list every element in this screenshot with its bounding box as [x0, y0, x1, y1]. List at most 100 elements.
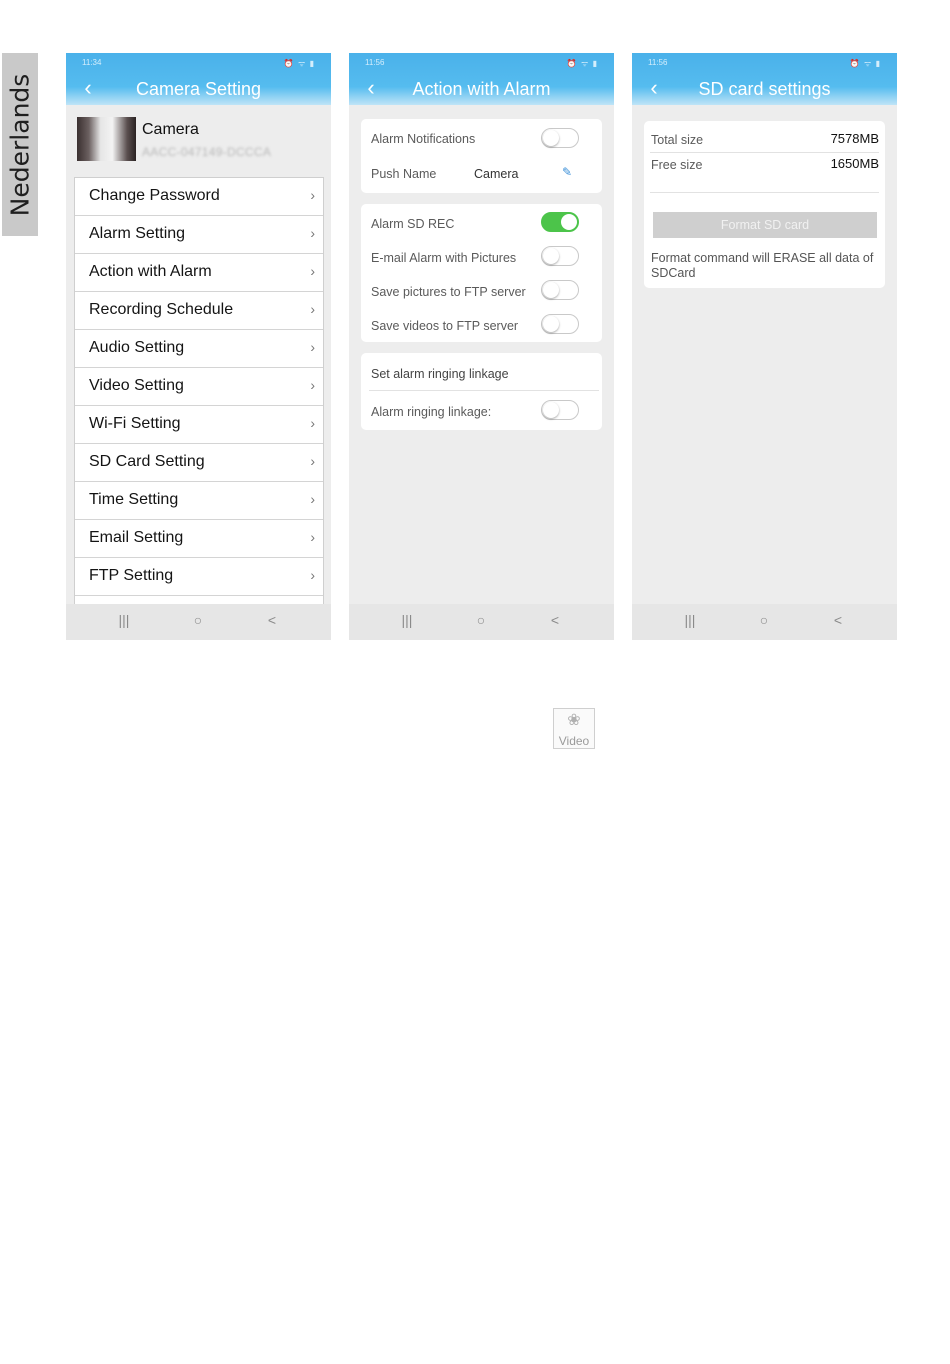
- menu-item-sd-card-setting[interactable]: SD Card Setting ›: [75, 444, 323, 482]
- chevron-right-icon: ›: [310, 225, 315, 241]
- status-time: 11:34: [82, 58, 102, 67]
- toggle-knob: [543, 316, 559, 332]
- camera-uid: AACC-047149-DCCCA: [142, 145, 272, 159]
- menu-item-change-password[interactable]: Change Password ›: [75, 178, 323, 216]
- camera-setting-screen: 11:34 ⏰ ᯤ ▮ ‹ Camera Setting Camera AACC…: [66, 53, 331, 640]
- chevron-right-icon: ›: [310, 453, 315, 469]
- status-time: 11:56: [365, 58, 385, 67]
- toggle-knob: [543, 130, 559, 146]
- system-nav-bar: ||| ○ <: [66, 604, 331, 640]
- divider: [369, 390, 599, 391]
- ftp-pictures-label: Save pictures to FTP server: [371, 285, 526, 299]
- status-time: 11:56: [648, 58, 668, 67]
- notification-card: Alarm Notifications Push Name Camera ✎: [361, 119, 602, 193]
- menu-item-wifi-setting[interactable]: Wi-Fi Setting ›: [75, 406, 323, 444]
- page-title: SD card settings: [698, 79, 831, 99]
- total-size-label: Total size: [651, 133, 704, 147]
- chevron-right-icon: ›: [310, 377, 315, 393]
- camera-thumbnail: [77, 117, 136, 161]
- alarm-notifications-toggle[interactable]: [541, 128, 579, 148]
- chevron-right-icon: ›: [310, 263, 315, 279]
- menu-item-label: Video Setting: [89, 377, 184, 394]
- menu-item-label: Action with Alarm: [89, 263, 212, 280]
- recent-apps-icon[interactable]: |||: [396, 612, 418, 628]
- language-side-tab: Nederlands: [2, 53, 38, 236]
- chevron-right-icon: ›: [310, 415, 315, 431]
- menu-item-label: Wi-Fi Setting: [89, 415, 181, 432]
- nav-back-icon[interactable]: <: [261, 612, 283, 628]
- home-icon[interactable]: ○: [470, 612, 492, 628]
- sd-card-settings-screen: 11:56 ⏰ ᯤ ▮ ‹ SD card settings Total siz…: [632, 53, 897, 640]
- menu-item-alarm-setting[interactable]: Alarm Setting ›: [75, 216, 323, 254]
- status-icons: ⏰ ᯤ ▮: [849, 59, 881, 68]
- home-icon[interactable]: ○: [187, 612, 209, 628]
- page-title: Action with Alarm: [412, 79, 551, 99]
- status-icons: ⏰ ᯤ ▮: [566, 59, 598, 68]
- recent-apps-icon[interactable]: |||: [679, 612, 701, 628]
- camera-info[interactable]: Camera AACC-047149-DCCCA: [66, 111, 331, 171]
- push-name-value: Camera: [474, 167, 519, 181]
- toggle-knob: [543, 402, 559, 418]
- toggle-knob: [543, 282, 559, 298]
- alarm-actions-card: Alarm SD REC E-mail Alarm with Pictures …: [361, 204, 602, 342]
- chevron-right-icon: ›: [310, 301, 315, 317]
- status-icons: ⏰ ᯤ ▮: [283, 59, 315, 68]
- chevron-right-icon: ›: [310, 339, 315, 355]
- email-alarm-toggle[interactable]: [541, 246, 579, 266]
- language-label: Nederlands: [5, 73, 35, 216]
- header-bar: 11:56 ⏰ ᯤ ▮ ‹ SD card settings: [632, 53, 897, 105]
- menu-item-time-setting[interactable]: Time Setting ›: [75, 482, 323, 520]
- chevron-right-icon: ›: [310, 567, 315, 583]
- action-with-alarm-screen: 11:56 ⏰ ᯤ ▮ ‹ Action with Alarm Alarm No…: [349, 53, 614, 640]
- free-size-value: 1650MB: [830, 156, 879, 171]
- ringing-linkage-card: Set alarm ringing linkage Alarm ringing …: [361, 353, 602, 430]
- nav-back-icon[interactable]: <: [827, 612, 849, 628]
- menu-item-email-setting[interactable]: Email Setting ›: [75, 520, 323, 558]
- push-name-label: Push Name: [371, 167, 437, 181]
- toggle-knob: [543, 248, 559, 264]
- system-nav-bar: ||| ○ <: [632, 604, 897, 640]
- ringing-linkage-label: Alarm ringing linkage:: [371, 405, 492, 419]
- film-reel-icon: ❀: [567, 712, 581, 729]
- status-bar: 11:56 ⏰ ᯤ ▮: [632, 57, 897, 71]
- alarm-sd-rec-toggle[interactable]: [541, 212, 579, 232]
- alarm-sd-rec-label: Alarm SD REC: [371, 217, 455, 231]
- menu-item-action-with-alarm[interactable]: Action with Alarm ›: [75, 254, 323, 292]
- total-size-value: 7578MB: [830, 131, 879, 146]
- chevron-right-icon: ›: [310, 529, 315, 545]
- chevron-right-icon: ›: [310, 491, 315, 507]
- menu-item-label: Email Setting: [89, 529, 184, 546]
- ftp-videos-toggle[interactable]: [541, 314, 579, 334]
- menu-item-audio-setting[interactable]: Audio Setting ›: [75, 330, 323, 368]
- menu-item-ftp-setting[interactable]: FTP Setting ›: [75, 558, 323, 596]
- menu-item-video-setting[interactable]: Video Setting ›: [75, 368, 323, 406]
- status-bar: 11:56 ⏰ ᯤ ▮: [349, 57, 614, 71]
- menu-item-label: FTP Setting: [89, 567, 174, 584]
- alarm-notifications-label: Alarm Notifications: [371, 132, 476, 146]
- format-warning-text: Format command will ERASE all data of SD…: [651, 251, 874, 280]
- status-bar: 11:34 ⏰ ᯤ ▮: [66, 57, 331, 71]
- divider: [650, 192, 879, 193]
- camera-name: Camera: [142, 121, 199, 138]
- video-icon-label: Video: [558, 734, 590, 748]
- nav-back-icon[interactable]: <: [544, 612, 566, 628]
- menu-item-label: Recording Schedule: [89, 301, 234, 318]
- video-reel-icon: ❀ Video: [553, 708, 595, 749]
- toggle-knob: [561, 214, 577, 230]
- menu-item-label: Audio Setting: [89, 339, 185, 356]
- system-nav-bar: ||| ○ <: [349, 604, 614, 640]
- divider: [650, 152, 879, 153]
- settings-menu: Change Password › Alarm Setting › Action w…: [74, 177, 324, 608]
- ringing-linkage-toggle[interactable]: [541, 400, 579, 420]
- header-bar: 11:34 ⏰ ᯤ ▮ ‹ Camera Setting: [66, 53, 331, 105]
- recent-apps-icon[interactable]: |||: [113, 612, 135, 628]
- menu-item-recording-schedule[interactable]: Recording Schedule ›: [75, 292, 323, 330]
- home-icon[interactable]: ○: [753, 612, 775, 628]
- ringing-linkage-header: Set alarm ringing linkage: [371, 367, 509, 381]
- chevron-right-icon: ›: [310, 187, 315, 203]
- menu-item-label: SD Card Setting: [89, 453, 205, 470]
- page-title: Camera Setting: [135, 79, 262, 99]
- format-sd-card-button[interactable]: Format SD card: [653, 212, 877, 238]
- edit-pencil-icon[interactable]: ✎: [562, 165, 572, 179]
- ftp-pictures-toggle[interactable]: [541, 280, 579, 300]
